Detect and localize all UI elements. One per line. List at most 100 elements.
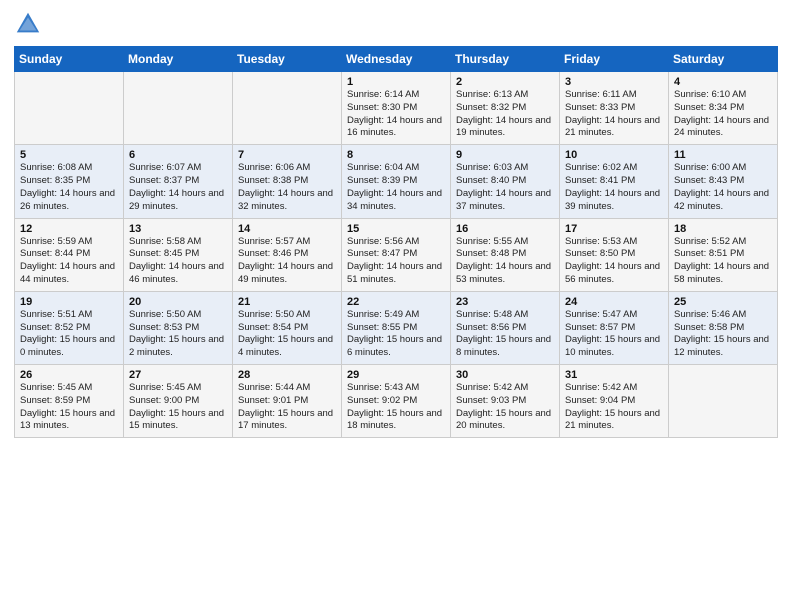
- day-number: 13: [129, 223, 227, 235]
- header: [14, 10, 778, 38]
- day-info: Sunrise: 5:47 AMSunset: 8:57 PMDaylight:…: [565, 309, 663, 360]
- weekday-header-monday: Monday: [124, 47, 233, 72]
- day-info: Sunrise: 5:48 AMSunset: 8:56 PMDaylight:…: [456, 309, 554, 360]
- calendar-cell: [233, 72, 342, 145]
- day-info: Sunrise: 6:10 AMSunset: 8:34 PMDaylight:…: [674, 89, 772, 140]
- day-info: Sunrise: 6:13 AMSunset: 8:32 PMDaylight:…: [456, 89, 554, 140]
- calendar-week-3: 12Sunrise: 5:59 AMSunset: 8:44 PMDayligh…: [15, 218, 778, 291]
- day-info: Sunrise: 5:44 AMSunset: 9:01 PMDaylight:…: [238, 382, 336, 433]
- day-number: 6: [129, 149, 227, 161]
- day-number: 4: [674, 76, 772, 88]
- calendar-cell: 15Sunrise: 5:56 AMSunset: 8:47 PMDayligh…: [342, 218, 451, 291]
- day-info: Sunrise: 6:03 AMSunset: 8:40 PMDaylight:…: [456, 162, 554, 213]
- day-number: 21: [238, 296, 336, 308]
- calendar-cell: 17Sunrise: 5:53 AMSunset: 8:50 PMDayligh…: [560, 218, 669, 291]
- day-info: Sunrise: 6:11 AMSunset: 8:33 PMDaylight:…: [565, 89, 663, 140]
- calendar-table: SundayMondayTuesdayWednesdayThursdayFrid…: [14, 46, 778, 438]
- calendar-cell: 14Sunrise: 5:57 AMSunset: 8:46 PMDayligh…: [233, 218, 342, 291]
- day-info: Sunrise: 6:00 AMSunset: 8:43 PMDaylight:…: [674, 162, 772, 213]
- day-info: Sunrise: 5:58 AMSunset: 8:45 PMDaylight:…: [129, 236, 227, 287]
- day-number: 30: [456, 369, 554, 381]
- day-info: Sunrise: 5:46 AMSunset: 8:58 PMDaylight:…: [674, 309, 772, 360]
- day-number: 27: [129, 369, 227, 381]
- day-number: 26: [20, 369, 118, 381]
- day-info: Sunrise: 5:59 AMSunset: 8:44 PMDaylight:…: [20, 236, 118, 287]
- day-info: Sunrise: 6:04 AMSunset: 8:39 PMDaylight:…: [347, 162, 445, 213]
- calendar-cell: 18Sunrise: 5:52 AMSunset: 8:51 PMDayligh…: [669, 218, 778, 291]
- day-number: 29: [347, 369, 445, 381]
- calendar-cell: 13Sunrise: 5:58 AMSunset: 8:45 PMDayligh…: [124, 218, 233, 291]
- calendar-cell: 9Sunrise: 6:03 AMSunset: 8:40 PMDaylight…: [451, 145, 560, 218]
- calendar-cell: 25Sunrise: 5:46 AMSunset: 8:58 PMDayligh…: [669, 291, 778, 364]
- calendar-week-5: 26Sunrise: 5:45 AMSunset: 8:59 PMDayligh…: [15, 365, 778, 438]
- calendar-cell: 27Sunrise: 5:45 AMSunset: 9:00 PMDayligh…: [124, 365, 233, 438]
- calendar-cell: 1Sunrise: 6:14 AMSunset: 8:30 PMDaylight…: [342, 72, 451, 145]
- day-info: Sunrise: 5:55 AMSunset: 8:48 PMDaylight:…: [456, 236, 554, 287]
- calendar-cell: [15, 72, 124, 145]
- calendar-cell: 24Sunrise: 5:47 AMSunset: 8:57 PMDayligh…: [560, 291, 669, 364]
- day-number: 10: [565, 149, 663, 161]
- day-number: 15: [347, 223, 445, 235]
- day-info: Sunrise: 6:06 AMSunset: 8:38 PMDaylight:…: [238, 162, 336, 213]
- day-info: Sunrise: 6:14 AMSunset: 8:30 PMDaylight:…: [347, 89, 445, 140]
- day-number: 24: [565, 296, 663, 308]
- day-number: 28: [238, 369, 336, 381]
- day-info: Sunrise: 5:56 AMSunset: 8:47 PMDaylight:…: [347, 236, 445, 287]
- calendar-week-2: 5Sunrise: 6:08 AMSunset: 8:35 PMDaylight…: [15, 145, 778, 218]
- calendar-cell: 4Sunrise: 6:10 AMSunset: 8:34 PMDaylight…: [669, 72, 778, 145]
- day-number: 23: [456, 296, 554, 308]
- calendar-cell: 19Sunrise: 5:51 AMSunset: 8:52 PMDayligh…: [15, 291, 124, 364]
- day-info: Sunrise: 5:52 AMSunset: 8:51 PMDaylight:…: [674, 236, 772, 287]
- weekday-header-saturday: Saturday: [669, 47, 778, 72]
- calendar-cell: 30Sunrise: 5:42 AMSunset: 9:03 PMDayligh…: [451, 365, 560, 438]
- day-info: Sunrise: 6:02 AMSunset: 8:41 PMDaylight:…: [565, 162, 663, 213]
- day-number: 1: [347, 76, 445, 88]
- weekday-header-sunday: Sunday: [15, 47, 124, 72]
- calendar-cell: 23Sunrise: 5:48 AMSunset: 8:56 PMDayligh…: [451, 291, 560, 364]
- day-number: 3: [565, 76, 663, 88]
- weekday-row: SundayMondayTuesdayWednesdayThursdayFrid…: [15, 47, 778, 72]
- day-number: 12: [20, 223, 118, 235]
- weekday-header-tuesday: Tuesday: [233, 47, 342, 72]
- calendar-body: 1Sunrise: 6:14 AMSunset: 8:30 PMDaylight…: [15, 72, 778, 438]
- day-info: Sunrise: 6:07 AMSunset: 8:37 PMDaylight:…: [129, 162, 227, 213]
- calendar-cell: [124, 72, 233, 145]
- calendar-cell: 22Sunrise: 5:49 AMSunset: 8:55 PMDayligh…: [342, 291, 451, 364]
- day-number: 9: [456, 149, 554, 161]
- calendar-cell: 29Sunrise: 5:43 AMSunset: 9:02 PMDayligh…: [342, 365, 451, 438]
- logo-icon: [14, 10, 42, 38]
- calendar-cell: 28Sunrise: 5:44 AMSunset: 9:01 PMDayligh…: [233, 365, 342, 438]
- day-number: 5: [20, 149, 118, 161]
- day-info: Sunrise: 5:51 AMSunset: 8:52 PMDaylight:…: [20, 309, 118, 360]
- calendar-cell: 12Sunrise: 5:59 AMSunset: 8:44 PMDayligh…: [15, 218, 124, 291]
- weekday-header-wednesday: Wednesday: [342, 47, 451, 72]
- day-info: Sunrise: 5:45 AMSunset: 8:59 PMDaylight:…: [20, 382, 118, 433]
- day-number: 7: [238, 149, 336, 161]
- calendar-cell: 31Sunrise: 5:42 AMSunset: 9:04 PMDayligh…: [560, 365, 669, 438]
- day-info: Sunrise: 5:42 AMSunset: 9:04 PMDaylight:…: [565, 382, 663, 433]
- weekday-header-friday: Friday: [560, 47, 669, 72]
- calendar-cell: 21Sunrise: 5:50 AMSunset: 8:54 PMDayligh…: [233, 291, 342, 364]
- day-info: Sunrise: 5:50 AMSunset: 8:53 PMDaylight:…: [129, 309, 227, 360]
- day-info: Sunrise: 5:49 AMSunset: 8:55 PMDaylight:…: [347, 309, 445, 360]
- day-number: 2: [456, 76, 554, 88]
- day-info: Sunrise: 5:45 AMSunset: 9:00 PMDaylight:…: [129, 382, 227, 433]
- day-number: 16: [456, 223, 554, 235]
- calendar-cell: 7Sunrise: 6:06 AMSunset: 8:38 PMDaylight…: [233, 145, 342, 218]
- calendar-cell: 26Sunrise: 5:45 AMSunset: 8:59 PMDayligh…: [15, 365, 124, 438]
- day-info: Sunrise: 5:50 AMSunset: 8:54 PMDaylight:…: [238, 309, 336, 360]
- day-number: 22: [347, 296, 445, 308]
- calendar-cell: 8Sunrise: 6:04 AMSunset: 8:39 PMDaylight…: [342, 145, 451, 218]
- day-number: 25: [674, 296, 772, 308]
- calendar-cell: 20Sunrise: 5:50 AMSunset: 8:53 PMDayligh…: [124, 291, 233, 364]
- day-info: Sunrise: 5:53 AMSunset: 8:50 PMDaylight:…: [565, 236, 663, 287]
- calendar-cell: 5Sunrise: 6:08 AMSunset: 8:35 PMDaylight…: [15, 145, 124, 218]
- page: SundayMondayTuesdayWednesdayThursdayFrid…: [0, 0, 792, 612]
- weekday-header-thursday: Thursday: [451, 47, 560, 72]
- day-info: Sunrise: 5:42 AMSunset: 9:03 PMDaylight:…: [456, 382, 554, 433]
- calendar-week-4: 19Sunrise: 5:51 AMSunset: 8:52 PMDayligh…: [15, 291, 778, 364]
- calendar-cell: 2Sunrise: 6:13 AMSunset: 8:32 PMDaylight…: [451, 72, 560, 145]
- day-number: 20: [129, 296, 227, 308]
- day-number: 17: [565, 223, 663, 235]
- calendar-cell: 3Sunrise: 6:11 AMSunset: 8:33 PMDaylight…: [560, 72, 669, 145]
